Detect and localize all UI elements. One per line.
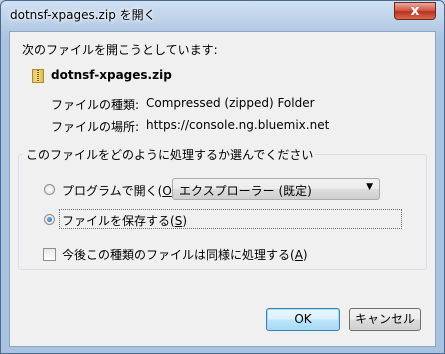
program-select-value: エクスプローラー (既定) — [179, 184, 312, 198]
window-title: dotnsf-xpages.zip を開く — [10, 8, 156, 22]
file-type-value: Compressed (zipped) Folder — [146, 96, 315, 110]
chevron-down-icon: ▼ — [366, 182, 373, 192]
file-source-value: https://console.ng.bluemix.net — [146, 118, 330, 132]
dialog-body: 次のファイルを開こうとしています: dotnsf-xpages.zip ファイル… — [9, 31, 436, 347]
open-with-radio[interactable] — [44, 184, 55, 195]
remember-label[interactable]: 今後この種類のファイルは同様に処理する(A) — [62, 246, 308, 263]
program-select[interactable]: エクスプローラー (既定) ▼ — [172, 178, 380, 200]
file-name: dotnsf-xpages.zip — [51, 68, 172, 82]
file-type-label: ファイルの種類: — [51, 98, 140, 112]
dialog-window: dotnsf-xpages.zip を開く x 次のファイルを開こうとしています… — [0, 0, 445, 354]
save-file-radio[interactable] — [44, 214, 55, 225]
title-bar[interactable]: dotnsf-xpages.zip を開く x — [1, 1, 444, 27]
close-button[interactable]: x — [394, 2, 436, 20]
action-group-title: このファイルをどのように処理するか選んでください — [23, 146, 317, 163]
zip-folder-icon — [32, 69, 44, 83]
close-icon: x — [410, 3, 420, 19]
cancel-button[interactable]: キャンセル — [349, 308, 421, 331]
intro-text: 次のファイルを開こうとしています: — [22, 43, 218, 57]
ok-button[interactable]: OK — [266, 308, 340, 331]
open-with-label[interactable]: プログラムで開く(O): — [62, 182, 181, 199]
save-file-label[interactable]: ファイルを保存する(S) — [62, 212, 187, 229]
file-source-label: ファイルの場所: — [51, 120, 140, 134]
remember-checkbox[interactable] — [43, 248, 56, 261]
